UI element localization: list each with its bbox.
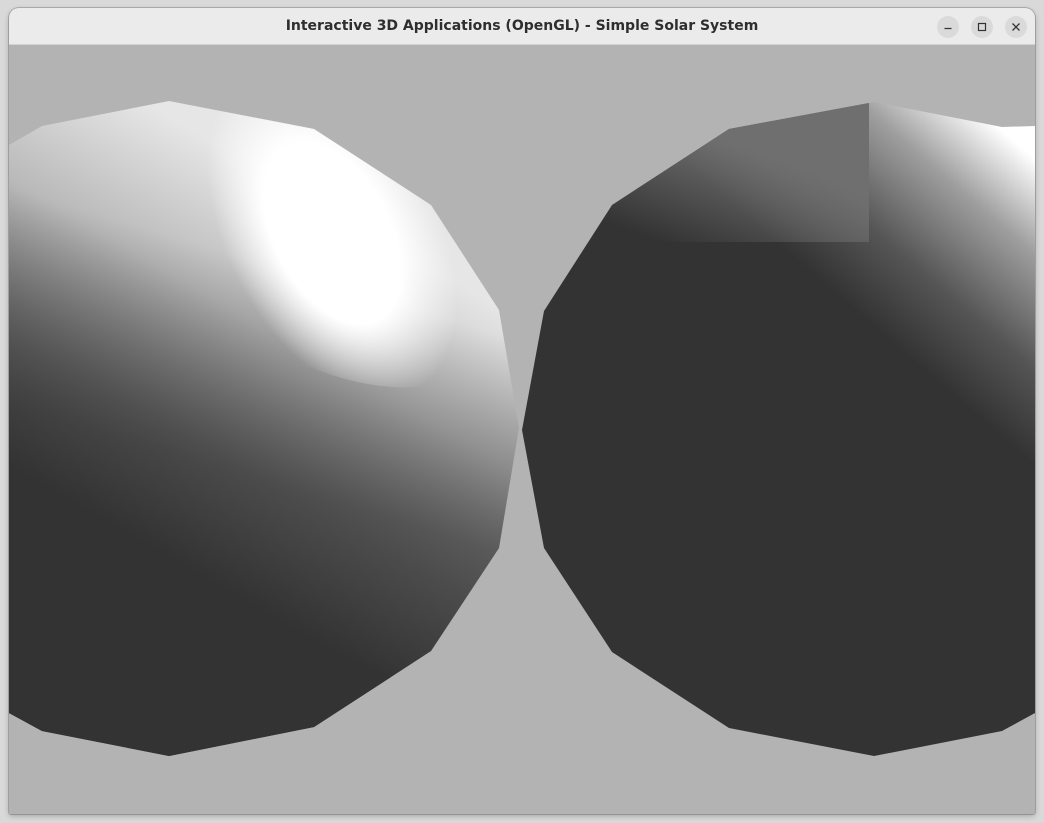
scene-canvas [9, 45, 1035, 814]
close-button[interactable] [1005, 16, 1027, 38]
minimize-icon [944, 27, 952, 30]
window-title: Interactive 3D Applications (OpenGL) - S… [285, 18, 759, 34]
opengl-viewport[interactable] [9, 45, 1035, 814]
close-icon [1012, 23, 1020, 31]
title-bar[interactable]: Interactive 3D Applications (OpenGL) - S… [9, 8, 1035, 45]
app-window: Interactive 3D Applications (OpenGL) - S… [9, 8, 1035, 814]
minimize-button[interactable] [937, 16, 959, 38]
maximize-button[interactable] [971, 16, 993, 38]
maximize-icon [977, 22, 987, 32]
